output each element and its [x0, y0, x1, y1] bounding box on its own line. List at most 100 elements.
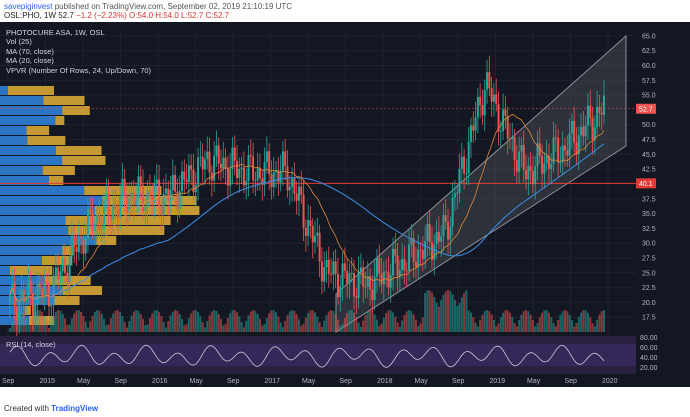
chart-area[interactable]: 65.0 62.5 60.0 57.5 55.0 50.0 47.5 45.0 42.5 37.5…: [0, 22, 690, 387]
price-tick-label: 47.5: [642, 137, 656, 144]
volume-bar: [268, 313, 271, 332]
volume-bar: [346, 313, 349, 332]
volume-bar: [336, 319, 339, 332]
volume-bar: [382, 317, 385, 332]
volume-bar: [258, 319, 261, 332]
candle-body: [520, 145, 523, 152]
volume-bar: [451, 294, 454, 332]
volume-bar: [20, 310, 23, 332]
vpvr-up-bar: [0, 116, 56, 125]
candle-body: [396, 255, 399, 277]
candle-body: [573, 120, 576, 143]
volume-bar: [116, 310, 119, 332]
volume-bar: [31, 318, 34, 332]
volume-bar: [330, 310, 333, 332]
candle-body: [215, 145, 218, 156]
legend-title: PHOTOCURE ASA, 1W, OSL: [6, 28, 105, 37]
price-tick-label: 42.5: [642, 167, 656, 174]
time-tick-label: 2016: [152, 378, 168, 385]
volume-bar: [142, 318, 145, 332]
price-tick-label: 22.5: [642, 285, 656, 292]
candle-body: [332, 261, 335, 275]
candle-body: [291, 178, 294, 187]
volume-bar: [412, 314, 415, 332]
candle-body: [171, 174, 174, 190]
volume-bar: [61, 313, 64, 332]
candle-body: [343, 263, 346, 271]
rsi-tick-label: 20.00: [640, 365, 658, 372]
candle-body: [417, 249, 420, 268]
volume-bar: [286, 315, 289, 332]
volume-bar: [580, 312, 583, 332]
volume-bar: [559, 314, 562, 332]
time-tick-label: Sep: [115, 378, 128, 385]
price-tick-label: 25.0: [642, 270, 656, 277]
volume-bar: [476, 326, 479, 332]
time-tick-label: 2020: [602, 378, 618, 385]
volume-bar: [323, 320, 326, 332]
candle-body: [105, 193, 108, 201]
volume-bar: [508, 312, 511, 332]
candle-body: [206, 151, 209, 160]
volume-bar: [75, 310, 78, 332]
volume-bar: [93, 311, 96, 332]
volume-bar: [385, 312, 388, 332]
volume-bar: [430, 292, 433, 332]
volume-bar: [231, 310, 234, 332]
volume-bar: [119, 312, 122, 332]
candle-body: [389, 275, 392, 288]
volume-bar: [520, 314, 523, 332]
candle-body: [444, 215, 447, 222]
volume-bar: [369, 310, 372, 332]
volume-bar: [54, 311, 57, 332]
volume-bar: [449, 291, 452, 332]
volume-bar: [284, 320, 287, 332]
volume-bar: [309, 310, 312, 332]
candle-body: [458, 168, 461, 193]
candle-body: [424, 240, 427, 259]
candle-body: [357, 271, 360, 299]
candle-body: [318, 232, 321, 262]
volume-bar: [206, 320, 209, 332]
volume-bar: [428, 290, 431, 332]
candle-body: [543, 163, 546, 174]
candle-body: [174, 174, 177, 192]
legend-vol: Vol (25): [6, 37, 32, 47]
candle-body: [27, 280, 30, 297]
volume-bar: [564, 310, 567, 332]
candle-body: [490, 88, 493, 102]
price-chart[interactable]: 65.0 62.5 60.0 57.5 55.0 50.0 47.5 45.0 42.5 37.5…: [0, 22, 690, 387]
candle-body: [43, 282, 46, 297]
vpvr-down-bar: [68, 226, 165, 235]
volume-bar: [240, 322, 243, 332]
volume-bar: [387, 310, 390, 332]
publisher-link[interactable]: savepiginvest: [4, 2, 52, 11]
volume-bar: [320, 327, 323, 332]
candle-body: [554, 137, 557, 139]
candle-body: [504, 109, 507, 116]
volume-bar: [355, 316, 358, 332]
candle-body: [100, 228, 103, 230]
volume-bar: [536, 323, 539, 332]
vpvr-down-bar: [24, 306, 31, 315]
volume-bar: [288, 311, 291, 332]
candle-body: [59, 271, 62, 280]
candle-body: [474, 117, 477, 131]
candle-body: [362, 267, 365, 287]
volume-bar: [125, 327, 128, 332]
tradingview-logo[interactable]: TradingView: [51, 404, 98, 413]
candle-body: [135, 198, 138, 205]
candle-body: [378, 257, 381, 274]
volume-bar: [401, 320, 404, 332]
candle-body: [54, 267, 57, 276]
candle-body: [375, 257, 378, 277]
candle-body: [293, 178, 296, 194]
volume-bar: [217, 314, 220, 332]
candle-body: [469, 125, 472, 142]
vpvr-up-bar: [0, 216, 66, 225]
candle-body: [557, 138, 560, 163]
volume-bar: [181, 318, 184, 332]
created-text: Created with: [4, 404, 49, 413]
volume-bar: [364, 315, 367, 332]
volume-bar: [295, 314, 298, 332]
